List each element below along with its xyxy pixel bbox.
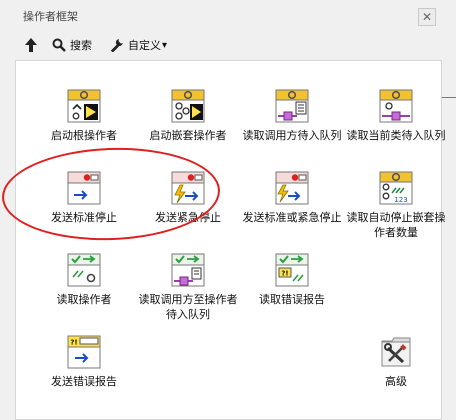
palette-item-send-normal-or-emergency-stop[interactable]: 发送标准或紧急停止	[240, 171, 344, 225]
read-autostop-nested-count-icon: 123	[379, 171, 413, 205]
close-icon: ✕	[421, 10, 433, 24]
palette-item-label: 发送错误报告	[51, 375, 117, 388]
customize-label: 自定义	[128, 39, 161, 52]
palette-item-label: 启动根操作者	[51, 129, 117, 142]
launch-root-actor-icon	[67, 89, 101, 123]
palette-item-send-emergency-stop[interactable]: 发送紧急停止	[136, 171, 240, 225]
search-icon	[52, 38, 66, 52]
palette-item-label: 发送标准停止	[51, 211, 117, 224]
palette-content: 启动根操作者 启动嵌套操作者 读取调用方待入队列 读取当前类待入队列 发送标准停…	[15, 60, 446, 420]
palette-item-read-error-report[interactable]: ?! 读取错误报告	[240, 253, 344, 307]
palette-item-send-error-report[interactable]: ?! 发送错误报告	[32, 335, 136, 389]
count-badge: 123	[394, 196, 407, 204]
palette-item-launch-root-actor[interactable]: 启动根操作者	[32, 89, 136, 143]
read-caller-enqueuer-icon	[275, 89, 309, 123]
error-badge: ?!	[70, 339, 77, 347]
palette-window: 操作者框架 ✕ 搜索 自定义 ▾ 启动根操作者 启动嵌套操作者 读取调用方待入队…	[14, 0, 446, 420]
palette-item-send-normal-stop[interactable]: 发送标准停止	[32, 171, 136, 225]
palette-item-label: 高级	[385, 375, 407, 388]
send-emergency-stop-icon	[171, 171, 205, 205]
launch-nested-actor-icon	[171, 89, 205, 123]
palette-item-read-caller-to-actor-enqueuer[interactable]: 读取调用方至操作者待入队列	[136, 253, 240, 322]
customize-button[interactable]: 自定义 ▾	[110, 33, 167, 57]
read-caller-to-actor-enqueuer-icon	[171, 253, 205, 287]
advanced-folder-icon	[379, 335, 413, 369]
search-button[interactable]: 搜索	[52, 33, 92, 57]
read-self-enqueuer-icon	[379, 89, 413, 123]
send-normal-stop-icon	[67, 171, 101, 205]
window-title: 操作者框架	[23, 10, 78, 23]
up-button[interactable]	[24, 33, 38, 57]
palette-item-label: 发送标准或紧急停止	[242, 211, 342, 224]
send-normal-or-emergency-stop-icon	[275, 171, 309, 205]
search-label: 搜索	[70, 39, 92, 52]
palette-item-label: 读取调用方待入队列	[242, 129, 342, 142]
palette-item-read-autostop-nested-count[interactable]: 123 读取自动停止嵌套操作者数量	[344, 171, 448, 240]
palette-item-label: 启动嵌套操作者	[149, 129, 227, 142]
palette-item-label: 发送紧急停止	[155, 211, 221, 224]
palette-item-label: 读取自动停止嵌套操作者数量	[346, 211, 446, 239]
palette-item-read-caller-enqueuer[interactable]: 读取调用方待入队列	[240, 89, 344, 143]
wrench-icon	[110, 38, 123, 52]
palette-item-launch-nested-actor[interactable]: 启动嵌套操作者	[136, 89, 240, 143]
palette-item-read-actor[interactable]: 读取操作者	[32, 253, 136, 307]
palette-item-label: 读取操作者	[56, 293, 112, 306]
read-error-report-icon: ?!	[275, 253, 309, 287]
palette-item-read-self-enqueuer[interactable]: 读取当前类待入队列	[344, 89, 448, 143]
close-button[interactable]: ✕	[418, 8, 436, 26]
toolbar: 搜索 自定义 ▾	[14, 33, 442, 57]
palette-item-label: 读取错误报告	[259, 293, 325, 306]
up-arrow-icon	[25, 38, 37, 52]
error-badge: ?!	[281, 270, 288, 278]
divider	[442, 97, 456, 108]
palette-item-label: 读取当前类待入队列	[346, 129, 446, 142]
read-actor-icon	[67, 253, 101, 287]
send-error-report-icon: ?!	[67, 335, 101, 369]
palette-item-label: 读取调用方至操作者待入队列	[138, 293, 238, 321]
title-bar: 操作者框架 ✕	[14, 0, 442, 30]
palette-item-advanced[interactable]: 高级	[344, 335, 448, 389]
chevron-down-icon: ▾	[162, 39, 168, 51]
